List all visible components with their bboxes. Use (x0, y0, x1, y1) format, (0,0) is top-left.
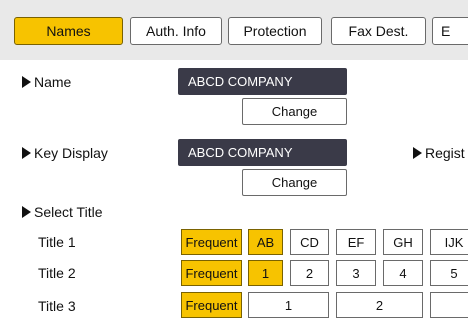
title-3-option-1[interactable]: 1 (248, 292, 329, 318)
title-1-option-cd[interactable]: CD (290, 229, 329, 255)
registration-label-text: Regist (425, 145, 465, 161)
title-2-option-2[interactable]: 2 (290, 260, 329, 286)
select-title-label-text: Select Title (34, 204, 103, 220)
title-2-option-frequent[interactable]: Frequent (181, 260, 242, 286)
title-1-option-frequent[interactable]: Frequent (181, 229, 242, 255)
tab-fax-destination[interactable]: Fax Dest. (331, 17, 426, 45)
tab-names[interactable]: Names (14, 17, 123, 45)
registration-label: Regist (413, 145, 465, 161)
title-2-label: Title 2 (38, 265, 76, 281)
title-1-option-ijk[interactable]: IJK (430, 229, 468, 255)
tab-protection[interactable]: Protection (228, 17, 322, 45)
pointer-arrow-icon (22, 206, 31, 218)
select-title-label: Select Title (22, 204, 102, 220)
title-1-option-gh[interactable]: GH (383, 229, 423, 255)
title-1-option-ef[interactable]: EF (336, 229, 376, 255)
key-display-change-button[interactable]: Change (242, 169, 347, 196)
address-book-edit-screen: Names Auth. Info Protection Fax Dest. E … (0, 0, 468, 332)
key-display-field: ABCD COMPANY (178, 139, 347, 166)
title-2-option-3[interactable]: 3 (336, 260, 376, 286)
key-display-label: Key Display (22, 145, 108, 161)
title-3-option-2[interactable]: 2 (336, 292, 423, 318)
pointer-arrow-icon (22, 76, 31, 88)
title-3-option-partial[interactable] (430, 292, 468, 318)
tab-strip: Names Auth. Info Protection Fax Dest. E (0, 0, 468, 60)
tab-e-mail-partial[interactable]: E (432, 17, 468, 45)
name-label: Name (22, 74, 71, 90)
title-3-option-frequent[interactable]: Frequent (181, 292, 242, 318)
title-2-option-5[interactable]: 5 (430, 260, 468, 286)
name-field: ABCD COMPANY (178, 68, 347, 95)
tab-auth-info[interactable]: Auth. Info (130, 17, 222, 45)
title-1-label: Title 1 (38, 234, 76, 250)
key-display-label-text: Key Display (34, 145, 108, 161)
name-change-button[interactable]: Change (242, 98, 347, 125)
pointer-arrow-icon (413, 147, 422, 159)
title-3-label: Title 3 (38, 298, 76, 314)
title-2-option-4[interactable]: 4 (383, 260, 423, 286)
title-1-option-ab[interactable]: AB (248, 229, 283, 255)
name-label-text: Name (34, 74, 72, 90)
pointer-arrow-icon (22, 147, 31, 159)
title-2-option-1[interactable]: 1 (248, 260, 283, 286)
